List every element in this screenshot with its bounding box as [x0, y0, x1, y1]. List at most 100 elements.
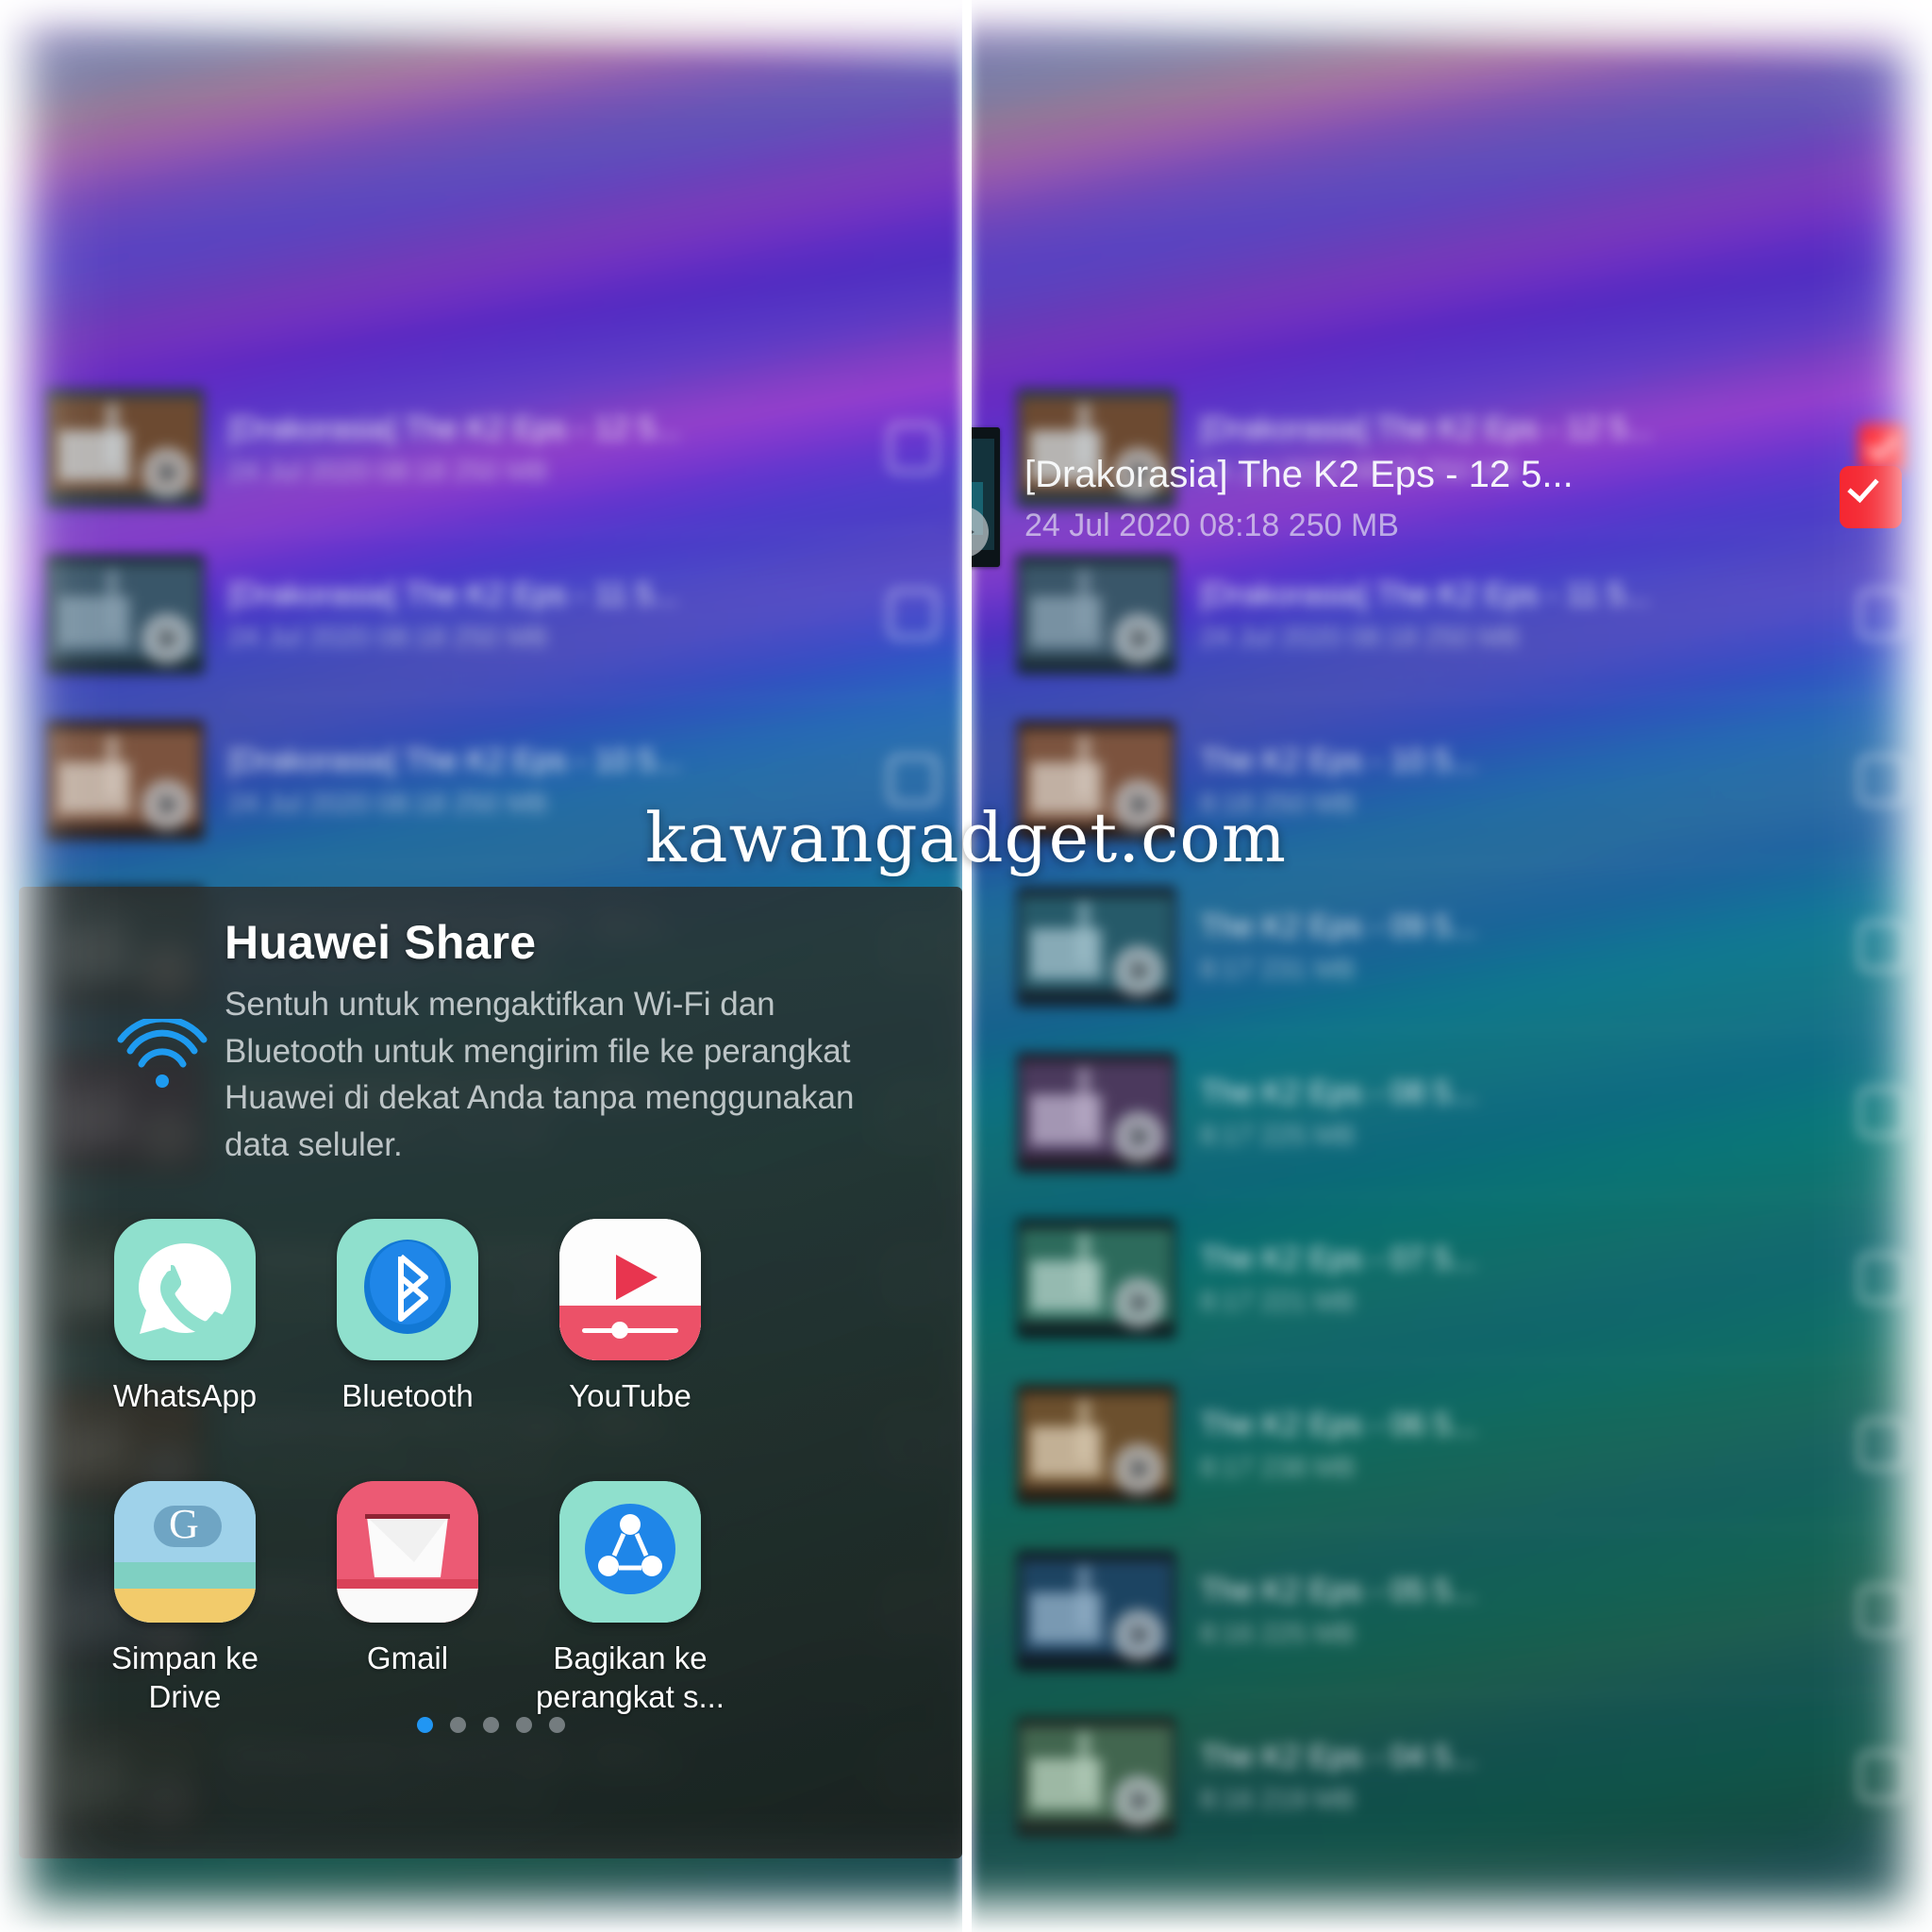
video-thumbnail	[1017, 555, 1175, 674]
file-checkbox[interactable]	[1858, 590, 1907, 639]
share-app-label: YouTube	[569, 1378, 691, 1413]
row-divider	[1198, 1858, 1907, 1859]
right-phone-screenshot: [Drakorasia] The K2 Eps - 12 5... 24 Jul …	[972, 0, 1932, 1932]
play-icon	[1113, 1609, 1164, 1660]
play-icon	[1113, 1775, 1164, 1826]
share-sheet-description: Sentuh untuk mengaktifkan Wi-Fi dan Blue…	[225, 986, 855, 1164]
screenshot-canvas: [Drakorasia] The K2 Eps - 12 5... 24 Jul …	[0, 0, 1932, 1932]
file-meta: 8:17 221 MB	[1200, 1287, 1356, 1318]
file-meta: 8:17 225 MB	[1200, 1121, 1356, 1152]
video-thumbnail	[1017, 1717, 1175, 1836]
page-dot[interactable]	[482, 1717, 499, 1733]
file-checkbox[interactable]	[1858, 922, 1907, 971]
watermark: kawangadget.com	[644, 798, 1288, 877]
share-app-bluetooth[interactable]: Bluetooth	[296, 1219, 519, 1415]
share-app-label: Gmail	[366, 1641, 449, 1676]
row-divider	[226, 1858, 938, 1859]
file-checkbox[interactable]	[1858, 1752, 1907, 1801]
left-phone-screenshot: [Drakorasia] The K2 Eps - 12 5... 24 Jul …	[0, 0, 962, 1932]
share-app-row-1: WhatsApp Bluetooth YouTube	[74, 1219, 904, 1415]
row-divider	[1198, 1692, 1907, 1693]
page-dot[interactable]	[449, 1717, 466, 1733]
row-divider	[1198, 1360, 1907, 1361]
file-meta: 24 Jul 2020 08:18 250 MB	[1200, 623, 1520, 654]
file-name: The K2 Eps - 08 5...	[1200, 1074, 1477, 1109]
file-row[interactable]: The K2 Eps - 05 5... 8:16 225 MB	[1017, 1540, 1907, 1681]
share-app-whatsapp[interactable]: WhatsApp	[74, 1219, 296, 1415]
page-dot[interactable]	[515, 1717, 532, 1733]
share-app-save-to-drive[interactable]: G Simpan ke Drive	[74, 1481, 296, 1716]
play-icon	[1113, 613, 1164, 664]
video-thumbnail	[1017, 1551, 1175, 1670]
svg-text:G: G	[169, 1501, 199, 1547]
file-meta: 24 Jul 2020 08:18 250 MB	[1024, 507, 1399, 543]
file-name: The K2 Eps - 06 5...	[1200, 1406, 1477, 1441]
file-name: The K2 Eps - 10 5...	[1200, 741, 1477, 777]
row-divider	[1198, 696, 1907, 697]
row-divider	[1198, 1526, 1907, 1527]
file-name: The K2 Eps - 05 5...	[1200, 1572, 1477, 1607]
share-app-share-to-device[interactable]: Bagikan ke perangkat s...	[519, 1481, 741, 1716]
file-checkbox[interactable]	[1858, 1088, 1907, 1137]
file-checkbox[interactable]	[1858, 1420, 1907, 1469]
video-thumbnail	[1017, 1385, 1175, 1504]
file-row[interactable]: The K2 Eps - 07 5... 8:17 221 MB	[1017, 1208, 1907, 1349]
file-checkbox[interactable]	[889, 424, 938, 473]
file-name: [Drakorasia] The K2 Eps - 10 5...	[228, 741, 681, 777]
file-list: [Drakorasia] The K2 Eps - 12 5... 24 Jul …	[972, 0, 1932, 1932]
share-app-gmail[interactable]: Gmail	[296, 1481, 519, 1716]
file-row[interactable]: [Drakorasia] The K2 Eps - 12 5... 24 Jul …	[45, 377, 938, 519]
play-icon	[1113, 1111, 1164, 1162]
file-meta: 24 Jul 2020 08:18 250 MB	[228, 623, 548, 654]
file-checkbox[interactable]	[1858, 1586, 1907, 1635]
file-row[interactable]: The K2 Eps - 06 5... 8:17 238 MB	[1017, 1374, 1907, 1515]
page-dot[interactable]	[416, 1717, 433, 1733]
share-app-label: Bluetooth	[341, 1378, 474, 1413]
share-sheet-page-indicator[interactable]	[19, 1717, 962, 1733]
share-sheet-title: Huawei Share	[225, 916, 537, 969]
file-name: The K2 Eps - 04 5...	[1200, 1738, 1477, 1774]
play-icon	[1113, 1277, 1164, 1328]
file-row[interactable]: [Drakorasia] The K2 Eps - 11 5... 24 Jul …	[45, 543, 938, 685]
share-app-grid: WhatsApp Bluetooth YouTube G Simpan ke D…	[74, 1219, 904, 1716]
file-name: The K2 Eps - 09 5...	[1200, 908, 1477, 943]
google-drive-icon: G	[114, 1481, 256, 1624]
file-checkbox[interactable]	[1858, 1254, 1907, 1303]
huawei-share-sheet[interactable]: Huawei Share Sentuh untuk mengaktifkan W…	[19, 887, 962, 1858]
file-meta: 8:17 238 MB	[1200, 1453, 1356, 1484]
row-divider	[226, 530, 938, 531]
selected-file-row[interactable]: [Drakorasia] The K2 Eps - 12 5... 24 Jul…	[972, 426, 1924, 568]
video-thumbnail	[45, 555, 204, 674]
video-thumbnail	[1017, 1053, 1175, 1172]
row-divider	[226, 696, 938, 697]
row-divider	[1198, 1194, 1907, 1195]
video-thumbnail	[45, 389, 204, 508]
file-row[interactable]: The K2 Eps - 08 5... 8:17 225 MB	[1017, 1041, 1907, 1183]
gmail-icon	[337, 1481, 478, 1624]
file-checkbox-selected[interactable]	[1840, 466, 1902, 528]
share-app-youtube[interactable]: YouTube	[519, 1219, 741, 1415]
play-icon	[142, 613, 192, 664]
panel-divider	[962, 0, 972, 1932]
whatsapp-icon	[114, 1219, 256, 1360]
video-thumbnail	[1017, 887, 1175, 1006]
video-thumbnail	[972, 427, 1000, 567]
file-name: [Drakorasia] The K2 Eps - 11 5...	[1200, 575, 1651, 611]
file-name: [Drakorasia] The K2 Eps - 11 5...	[228, 575, 679, 611]
huawei-share-wifi-icon	[117, 1019, 208, 1088]
file-checkbox[interactable]	[889, 590, 938, 639]
page-dot[interactable]	[548, 1717, 565, 1733]
play-icon	[142, 447, 192, 498]
share-app-label: Simpan ke Drive	[111, 1641, 258, 1714]
file-name: [Drakorasia] The K2 Eps - 12 5...	[228, 409, 681, 445]
file-row[interactable]: The K2 Eps - 09 5... 8:17 231 MB	[1017, 875, 1907, 1017]
file-meta: 8:17 231 MB	[1200, 955, 1356, 986]
file-name: The K2 Eps - 07 5...	[1200, 1240, 1477, 1275]
file-name: [Drakorasia] The K2 Eps - 12 5...	[1024, 453, 1574, 495]
share-app-label: Bagikan ke perangkat s...	[536, 1641, 724, 1714]
huawei-share-icon	[559, 1481, 701, 1624]
file-meta: 24 Jul 2020 08:18 250 MB	[228, 457, 548, 488]
file-meta: 8:16 225 MB	[1200, 1619, 1356, 1650]
file-row[interactable]: The K2 Eps - 04 5... 8:16 219 MB	[1017, 1706, 1907, 1847]
share-app-row-2: G Simpan ke Drive Gmail Bagikan ke peran…	[74, 1481, 904, 1716]
